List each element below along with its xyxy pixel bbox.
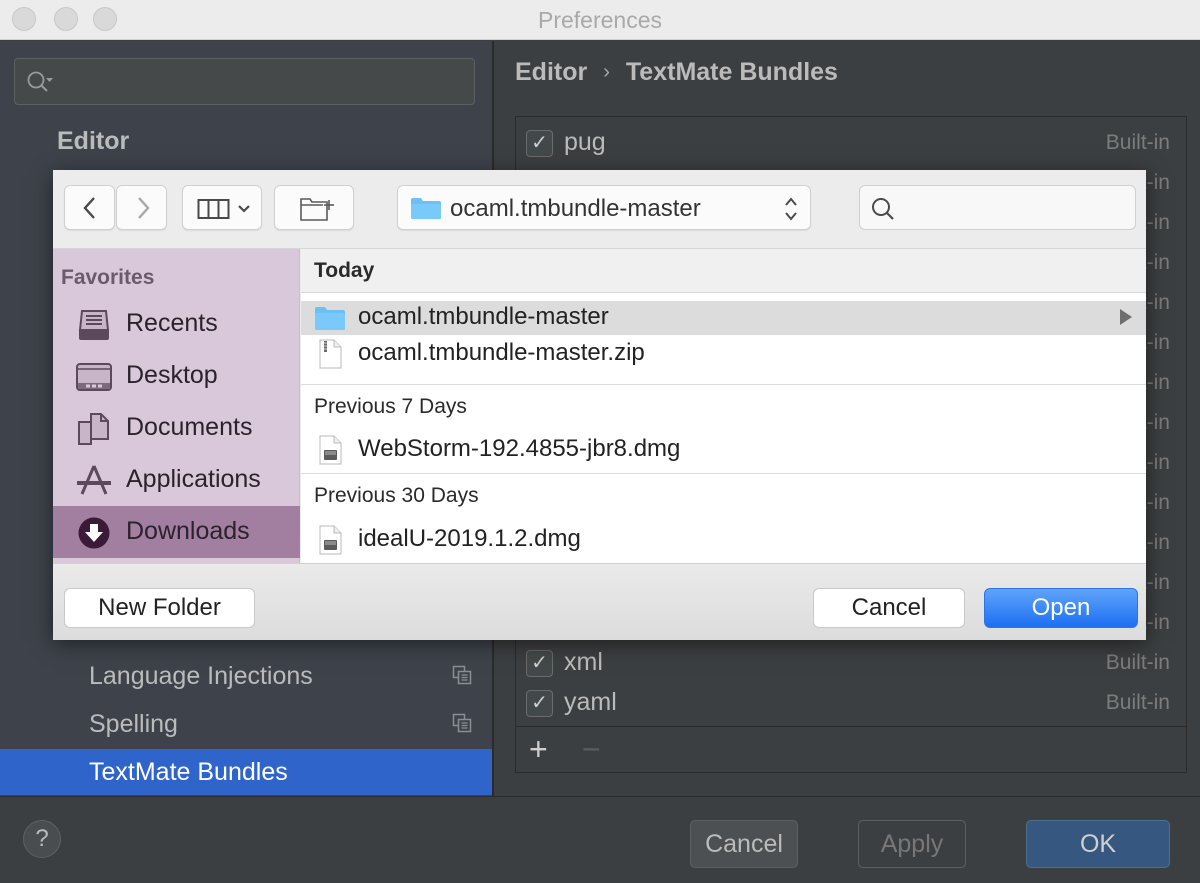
favorite-label: Recents [126, 309, 218, 337]
breadcrumb-editor[interactable]: Editor [515, 58, 587, 87]
favorites-heading: Favorites [61, 266, 155, 289]
file-list: Today ocaml.tmbundle-master ocaml.tmbund… [301, 249, 1146, 563]
bundle-row[interactable]: ✓ xml Built-in [516, 643, 1186, 683]
file-row[interactable]: ocaml.tmbundle-master.zip [301, 337, 1146, 371]
file-search-input[interactable] [904, 186, 1129, 229]
downloads-icon [78, 517, 110, 549]
folder-icon [315, 307, 345, 330]
file-name: idealU-2019.1.2.dmg [358, 525, 581, 552]
favorite-label: Downloads [126, 517, 250, 545]
dialog-footer: ? Cancel Apply OK [0, 796, 1200, 883]
new-folder-icon [300, 198, 334, 221]
sidebar-section-editor[interactable]: Editor [57, 127, 129, 156]
file-row[interactable]: ocaml.tmbundle-master [301, 301, 1146, 335]
search-icon [872, 198, 894, 220]
help-button[interactable]: ? [23, 820, 61, 858]
open-button[interactable]: Open [984, 588, 1138, 628]
favorite-desktop[interactable]: Desktop [53, 350, 300, 402]
sidebar-item-spelling[interactable]: Spelling [0, 701, 492, 747]
bundle-checkbox[interactable]: ✓ [526, 690, 553, 717]
bundle-name: xml [564, 648, 603, 676]
bundle-checkbox[interactable]: ✓ [526, 130, 553, 157]
forward-button[interactable] [116, 185, 167, 230]
group-header-previous-7-days: Previous 7 Days [301, 384, 1146, 428]
file-name: ocaml.tmbundle-master [358, 303, 609, 330]
settings-search-input[interactable] [61, 59, 461, 104]
title-bar: Preferences [0, 0, 1200, 40]
disk-image-icon [319, 525, 342, 555]
folder-icon [411, 198, 441, 219]
project-scope-icon [452, 665, 472, 685]
favorites-sidebar: Favorites Recents Desktop Documents Appl… [53, 249, 300, 563]
favorite-recents[interactable]: Recents [53, 298, 300, 350]
sidebar-item-language-injections[interactable]: Language Injections [0, 653, 492, 699]
sidebar-item-label: Language Injections [89, 662, 313, 690]
new-folder-toolbar-button[interactable] [274, 185, 354, 230]
file-search-box[interactable] [859, 185, 1136, 230]
remove-bundle-button[interactable]: − [582, 731, 601, 767]
sidebar-item-label: TextMate Bundles [89, 758, 288, 786]
favorite-label: Documents [126, 413, 253, 441]
file-row[interactable]: idealU-2019.1.2.dmg [301, 523, 1146, 557]
disk-image-icon [319, 435, 342, 465]
favorite-label: Desktop [126, 361, 218, 389]
desktop-icon [76, 363, 112, 391]
file-cancel-button[interactable]: Cancel [813, 588, 965, 628]
chevron-left-icon [83, 197, 95, 219]
new-folder-button[interactable]: New Folder [64, 588, 255, 628]
up-down-arrows-icon [785, 197, 797, 221]
sidebar-item-label: Spelling [89, 710, 178, 738]
bundle-name: pug [564, 128, 606, 156]
bundle-checkbox[interactable]: ✓ [526, 650, 553, 677]
view-mode-button[interactable] [182, 185, 262, 230]
sidebar-item-textmate-bundles[interactable]: TextMate Bundles [0, 749, 492, 795]
file-chooser-toolbar: ocaml.tmbundle-master [53, 170, 1146, 249]
group-header-today: Today [301, 249, 1146, 293]
bundle-row[interactable]: ✓ pug Built-in [516, 123, 1186, 163]
favorite-documents[interactable]: Documents [53, 402, 300, 454]
chevron-right-icon [138, 197, 150, 219]
back-button[interactable] [64, 185, 115, 230]
bundle-source: Built-in [1105, 691, 1170, 714]
bundle-source: Built-in [1105, 131, 1170, 154]
ok-button[interactable]: OK [1026, 820, 1170, 868]
favorite-label: Applications [126, 465, 261, 493]
bundle-name: yaml [564, 688, 617, 716]
file-row[interactable]: WebStorm-192.4855-jbr8.dmg [301, 433, 1146, 467]
group-header-previous-30-days: Previous 30 Days [301, 473, 1146, 517]
window-title: Preferences [537, 7, 662, 33]
breadcrumb-textmate-bundles: TextMate Bundles [625, 58, 838, 86]
file-chooser-footer: New Folder Cancel Open [53, 563, 1146, 640]
zip-file-icon [319, 339, 342, 369]
file-name: ocaml.tmbundle-master.zip [358, 339, 645, 366]
documents-icon [78, 413, 109, 445]
bundle-source: Built-in [1105, 651, 1170, 674]
search-icon [27, 71, 53, 92]
settings-search-box[interactable] [14, 58, 475, 105]
bundle-row[interactable]: ✓ yaml Built-in [516, 683, 1186, 723]
favorite-applications[interactable]: Applications [53, 454, 300, 506]
favorite-downloads[interactable]: Downloads [53, 506, 300, 558]
bundles-toolbar: + − [516, 726, 1186, 772]
location-popup-label: ocaml.tmbundle-master [450, 195, 701, 222]
breadcrumb: Editor › TextMate Bundles [515, 58, 838, 87]
cancel-button[interactable]: Cancel [690, 820, 798, 868]
applications-icon [77, 465, 111, 495]
chevron-down-icon [238, 205, 250, 213]
project-scope-icon [452, 713, 472, 733]
breadcrumb-separator-icon: › [603, 61, 610, 83]
file-chooser-dialog: ocaml.tmbundle-master Favorites Recents … [53, 170, 1146, 640]
apply-button[interactable]: Apply [858, 820, 966, 868]
add-bundle-button[interactable]: + [529, 731, 548, 767]
disclosure-arrow-icon [1120, 309, 1132, 325]
column-view-icon [197, 199, 230, 219]
location-popup[interactable]: ocaml.tmbundle-master [397, 185, 811, 230]
file-name: WebStorm-192.4855-jbr8.dmg [358, 435, 681, 462]
recents-icon [78, 310, 110, 340]
